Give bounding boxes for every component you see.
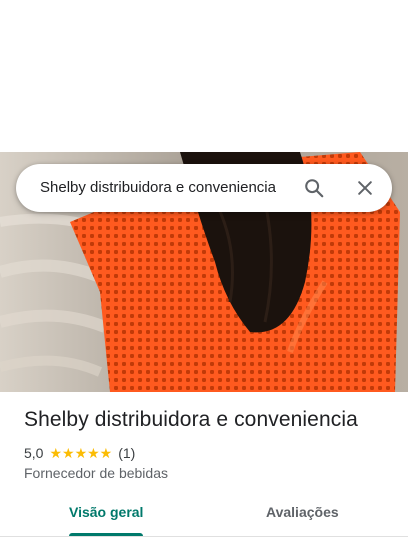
close-icon[interactable]	[353, 176, 377, 200]
search-icon[interactable]	[302, 176, 326, 200]
star-rating-icon: ★★★★★	[49, 444, 113, 461]
tab-overview[interactable]: Visão geral	[69, 504, 143, 526]
rating-row[interactable]: 5,0 ★★★★★ (1)	[24, 444, 135, 462]
review-count[interactable]: (1)	[118, 445, 135, 461]
rating-value: 5,0	[24, 445, 44, 461]
tab-reviews[interactable]: Avaliações	[266, 504, 339, 526]
search-bar[interactable]: Shelby distribuidora e conveniencia	[16, 164, 392, 212]
place-category[interactable]: Fornecedor de bebidas	[24, 465, 168, 481]
tab-divider	[0, 536, 408, 537]
place-title: Shelby distribuidora e conveniencia	[24, 408, 358, 431]
search-input[interactable]: Shelby distribuidora e conveniencia	[40, 164, 276, 212]
